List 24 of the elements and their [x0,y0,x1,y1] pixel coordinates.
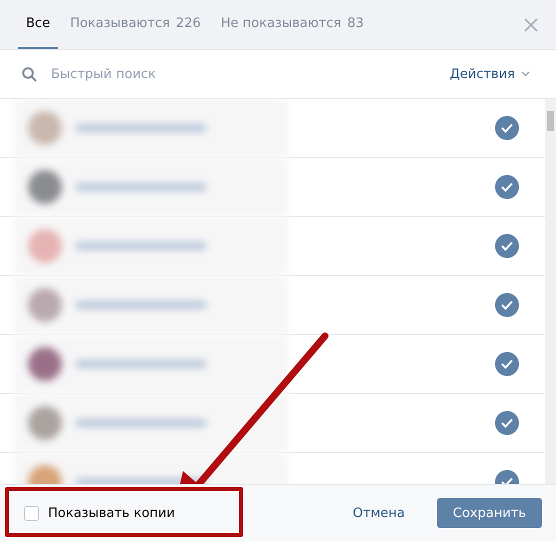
checkmark-button[interactable] [495,293,519,317]
caret-icon [521,71,530,77]
check-icon [501,123,513,133]
tab-count: 83 [347,16,364,31]
check-icon [501,241,513,251]
scrollbar[interactable] [545,99,556,484]
search-icon [22,66,37,82]
checkmark-button[interactable] [495,411,519,435]
checkmark-button[interactable] [495,234,519,258]
checkbox-label: Показывать копии [48,506,175,520]
cancel-button[interactable]: Отмена [346,504,411,522]
close-icon [524,18,538,32]
tab-count: 226 [176,16,201,31]
checkmark-button[interactable] [495,175,519,199]
checkmark-button[interactable] [495,352,519,376]
checkbox[interactable] [24,506,39,520]
check-icon [501,300,513,310]
check-icon [501,418,513,428]
save-button[interactable]: Сохранить [436,498,542,528]
tab[interactable]: Все [18,0,58,49]
actions-dropdown[interactable]: Действия [444,66,536,82]
check-icon [501,359,513,369]
checkmark-button[interactable] [495,116,519,140]
check-icon [501,182,513,192]
